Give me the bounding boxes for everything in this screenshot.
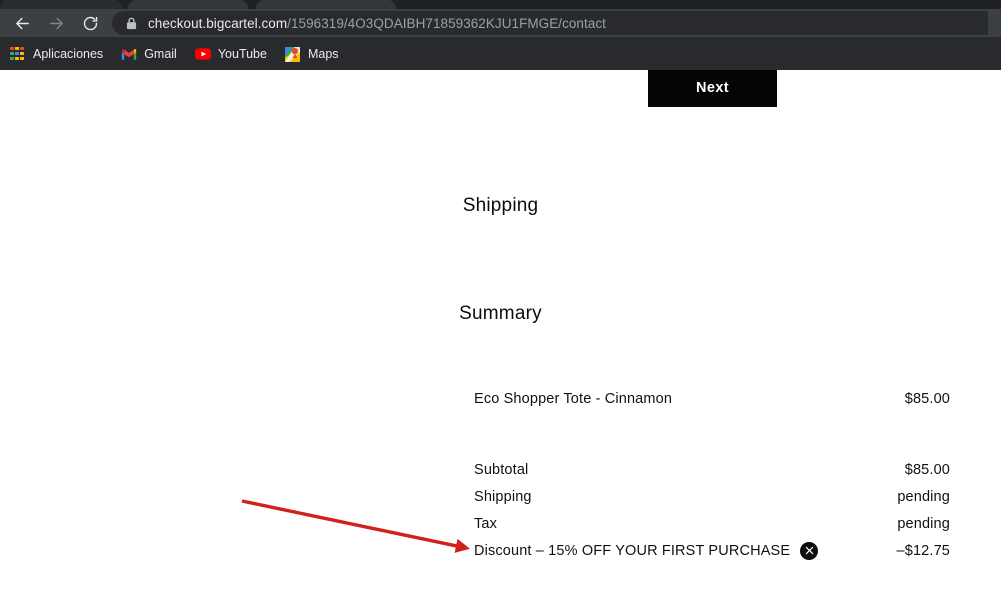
remove-discount-button[interactable] [800, 541, 819, 560]
reload-button[interactable] [76, 9, 104, 37]
forward-button[interactable] [42, 9, 70, 37]
tab-strip [0, 0, 1001, 9]
bookmark-youtube[interactable]: YouTube [194, 42, 276, 66]
next-button[interactable]: Next [648, 70, 777, 107]
shipping-heading: Shipping [462, 195, 539, 216]
bookmark-label: Aplicaciones [33, 46, 104, 61]
subtotal-row: Subtotal $85.00 [474, 456, 950, 483]
back-arrow-icon [14, 15, 31, 32]
youtube-icon [194, 46, 211, 62]
discount-label: Discount – 15% OFF YOUR FIRST PURCHASE [474, 542, 791, 559]
bookmarks-bar: Aplicaciones Gmail YouTube Maps [0, 37, 1001, 70]
browser-tab[interactable] [128, 0, 248, 9]
summary-spacer [474, 410, 950, 456]
line-item-price: $85.00 [904, 391, 950, 407]
tax-value: pending [897, 515, 950, 532]
browser-tab[interactable] [256, 0, 396, 9]
subtotal-value: $85.00 [904, 461, 950, 478]
line-item-name: Eco Shopper Tote - Cinnamon [474, 391, 673, 407]
discount-row: Discount – 15% OFF YOUR FIRST PURCHASE –… [474, 537, 950, 564]
back-button[interactable] [8, 9, 36, 37]
bookmark-label: YouTube [217, 46, 267, 61]
shipping-row: Shipping pending [474, 483, 950, 510]
forward-arrow-icon [48, 15, 65, 32]
address-bar[interactable]: checkout.bigcartel.com/1596319/4O3QDAIBH… [112, 11, 988, 35]
reload-icon [82, 15, 99, 32]
subtotal-label: Subtotal [474, 461, 529, 478]
url-path: /1596319/4O3QDAIBH71859362KJU1FMGE/conta… [287, 15, 606, 31]
tax-row: Tax pending [474, 510, 950, 537]
bookmark-label: Gmail [144, 46, 177, 61]
summary-heading: Summary [459, 303, 542, 324]
bookmark-maps[interactable]: Maps [284, 42, 348, 66]
url-host: checkout.bigcartel.com [148, 15, 288, 31]
order-summary: Eco Shopper Tote - Cinnamon $85.00 Subto… [474, 388, 950, 564]
shipping-label: Shipping [474, 488, 532, 505]
lock-icon [126, 17, 137, 30]
gmail-icon [121, 46, 137, 62]
tax-label: Tax [474, 515, 498, 532]
browser-tab[interactable] [0, 0, 122, 9]
browser-window: checkout.bigcartel.com/1596319/4O3QDAIBH… [0, 0, 1001, 592]
line-item-row: Eco Shopper Tote - Cinnamon $85.00 [474, 388, 950, 410]
bookmark-aplicaciones[interactable]: Aplicaciones [10, 42, 112, 66]
shipping-value: pending [897, 488, 950, 505]
page-viewport: Next Shipping Summary Eco Shopper Tote -… [0, 70, 1001, 592]
discount-value: –$12.75 [896, 542, 950, 559]
google-apps-grid-icon [10, 46, 26, 62]
google-maps-icon [284, 46, 301, 62]
bookmark-label: Maps [307, 46, 339, 61]
bookmark-gmail[interactable]: Gmail [121, 42, 186, 66]
close-x-icon [805, 546, 814, 555]
